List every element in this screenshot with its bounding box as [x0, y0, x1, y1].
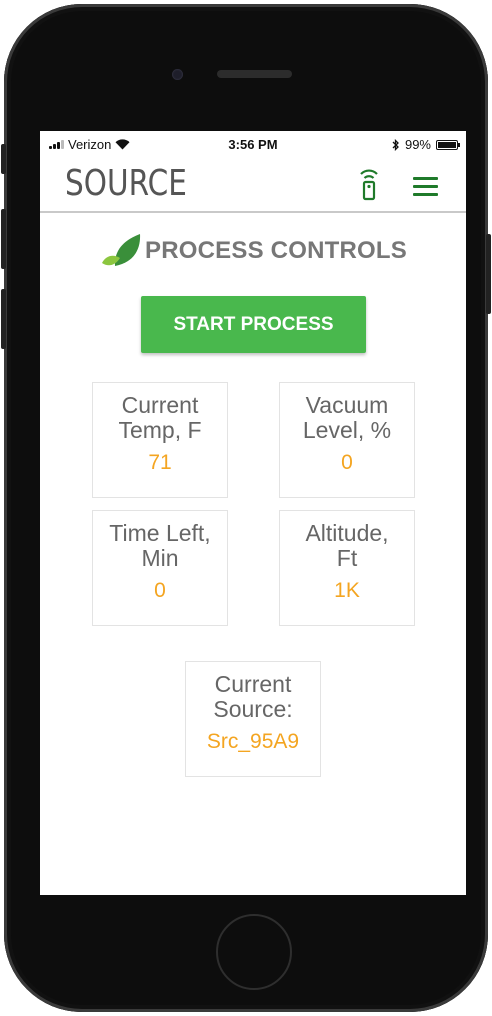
metric-value: Src_95A9: [206, 730, 300, 753]
metric-card-current-source: Current Source: Src_95A9: [185, 661, 321, 777]
page-title-row: PROCESS CONTROLS: [40, 231, 466, 271]
metric-card-vacuum-level: Vacuum Level, % 0: [279, 382, 415, 498]
metric-card-current-temp: Current Temp, F 71: [92, 382, 228, 498]
volume-up-button: [1, 209, 6, 269]
power-button: [486, 234, 491, 314]
battery-icon: [436, 139, 460, 150]
remote-icon[interactable]: [358, 167, 380, 201]
page-title: PROCESS CONTROLS: [145, 237, 407, 264]
volume-down-button: [1, 289, 6, 349]
home-button[interactable]: [216, 914, 292, 990]
start-process-button[interactable]: START PROCESS: [141, 296, 366, 353]
status-bar: Verizon 3:56 PM 99%: [40, 131, 466, 157]
leaf-icon: [102, 234, 141, 266]
bluetooth-icon: [392, 138, 399, 151]
earpiece: [217, 70, 292, 78]
source-logo: SOURCE: [65, 163, 187, 204]
app-header: SOURCE: [40, 159, 466, 213]
front-camera: [172, 69, 183, 80]
menu-icon[interactable]: [413, 177, 438, 201]
metric-value: 1K: [334, 579, 360, 602]
app-screen: Verizon 3:56 PM 99% SOURCE PROCESS CONTR…: [40, 131, 466, 895]
metric-value: 0: [341, 451, 353, 474]
battery-percent: 99%: [404, 137, 431, 152]
metric-label: Altitude, Ft: [305, 520, 389, 571]
metric-label: Current Temp, F: [118, 392, 202, 443]
metric-value: 71: [148, 451, 172, 474]
metric-label: Time Left, Min: [109, 520, 211, 571]
metric-card-time-left: Time Left, Min 0: [92, 510, 228, 626]
mute-switch: [1, 144, 6, 174]
metric-card-altitude: Altitude, Ft 1K: [279, 510, 415, 626]
status-right: 99%: [392, 137, 460, 152]
metric-value: 0: [154, 579, 166, 602]
metric-label: Vacuum Level, %: [302, 392, 392, 443]
battery-fill: [438, 141, 456, 148]
metric-label: Current Source:: [213, 671, 293, 722]
